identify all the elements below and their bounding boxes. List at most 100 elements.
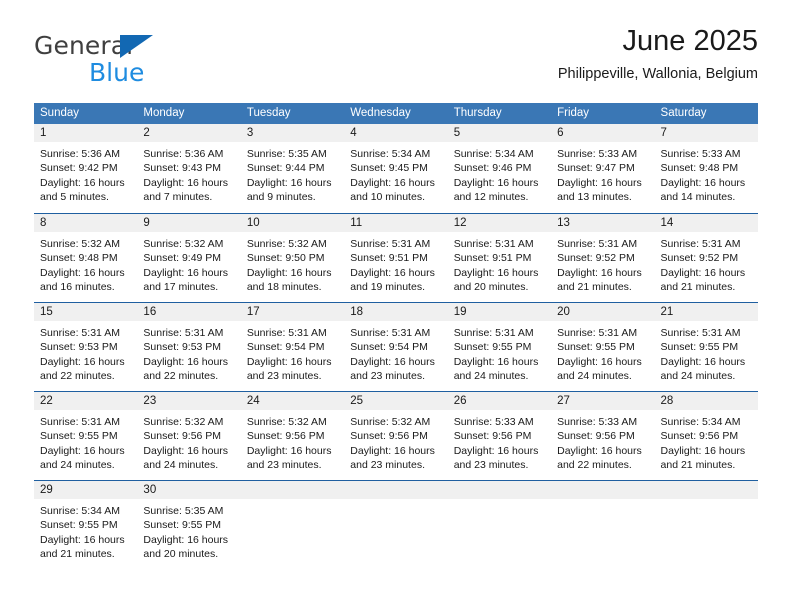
day-cell[interactable]: 23 Sunrise: 5:32 AM Sunset: 9:56 PM Dayl… bbox=[137, 392, 241, 480]
day-cell[interactable]: 20 Sunrise: 5:31 AM Sunset: 9:55 PM Dayl… bbox=[551, 303, 655, 391]
sunrise-text: Sunrise: 5:32 AM bbox=[143, 238, 224, 250]
daylight-text: Daylight: 16 hours and 7 minutes. bbox=[143, 176, 229, 203]
day-cell[interactable]: 17 Sunrise: 5:31 AM Sunset: 9:54 PM Dayl… bbox=[240, 303, 345, 391]
day-number: 2 bbox=[137, 124, 241, 142]
day-cell[interactable]: 22 Sunrise: 5:31 AM Sunset: 9:55 PM Dayl… bbox=[34, 392, 138, 480]
day-details: Sunrise: 5:31 AM Sunset: 9:55 PM Dayligh… bbox=[448, 321, 551, 383]
day-cell[interactable]: 14 Sunrise: 5:31 AM Sunset: 9:52 PM Dayl… bbox=[654, 214, 758, 302]
sunset-text: Sunset: 9:55 PM bbox=[660, 341, 739, 354]
day-details: Sunrise: 5:34 AM Sunset: 9:46 PM Dayligh… bbox=[448, 142, 551, 204]
day-cell[interactable]: 10 Sunrise: 5:32 AM Sunset: 9:50 PM Dayl… bbox=[240, 214, 345, 302]
daylight-text: Daylight: 16 hours and 24 minutes. bbox=[453, 355, 539, 382]
day-number: 19 bbox=[447, 303, 552, 321]
weekday-header-tuesday: Tuesday bbox=[246, 107, 291, 119]
daylight-text: Daylight: 16 hours and 21 minutes. bbox=[557, 266, 642, 293]
day-cell[interactable]: 1 Sunrise: 5:36 AM Sunset: 9:42 PM Dayli… bbox=[34, 124, 138, 213]
sunrise-text: Sunrise: 5:33 AM bbox=[557, 416, 638, 428]
sunrise-text: Sunrise: 5:31 AM bbox=[143, 327, 224, 339]
daylight-text: Daylight: 16 hours and 21 minutes. bbox=[660, 266, 746, 293]
day-number: 18 bbox=[344, 303, 448, 321]
sunset-text: Sunset: 9:55 PM bbox=[557, 341, 635, 354]
sunrise-text: Sunrise: 5:36 AM bbox=[40, 148, 120, 160]
day-details: Sunrise: 5:33 AM Sunset: 9:48 PM Dayligh… bbox=[655, 142, 758, 204]
day-cell[interactable]: 24 Sunrise: 5:32 AM Sunset: 9:56 PM Dayl… bbox=[240, 392, 345, 480]
sunset-text: Sunset: 9:46 PM bbox=[453, 162, 532, 175]
day-number: 24 bbox=[240, 392, 345, 410]
day-details: Sunrise: 5:33 AM Sunset: 9:47 PM Dayligh… bbox=[551, 142, 654, 204]
sunset-text: Sunset: 9:49 PM bbox=[143, 252, 222, 265]
day-cell[interactable]: 11 Sunrise: 5:31 AM Sunset: 9:51 PM Dayl… bbox=[344, 214, 448, 302]
weekday-header-monday: Monday bbox=[143, 107, 185, 119]
day-cell[interactable]: 7 Sunrise: 5:33 AM Sunset: 9:48 PM Dayli… bbox=[654, 124, 758, 213]
sunset-text: Sunset: 9:51 PM bbox=[453, 252, 532, 265]
week-row: 8 Sunrise: 5:32 AM Sunset: 9:48 PM Dayli… bbox=[34, 213, 758, 302]
daylight-text: Daylight: 16 hours and 20 minutes. bbox=[143, 533, 229, 560]
day-number bbox=[654, 481, 758, 499]
sunset-text: Sunset: 9:48 PM bbox=[40, 252, 118, 265]
day-number: 26 bbox=[447, 392, 552, 410]
day-cell-empty bbox=[551, 481, 655, 568]
sunrise-text: Sunrise: 5:31 AM bbox=[453, 238, 534, 250]
sunrise-text: Sunrise: 5:31 AM bbox=[350, 238, 431, 250]
day-number bbox=[344, 481, 448, 499]
sunset-text: Sunset: 9:47 PM bbox=[557, 162, 635, 175]
day-details: Sunrise: 5:31 AM Sunset: 9:54 PM Dayligh… bbox=[241, 321, 344, 383]
sunrise-text: Sunrise: 5:32 AM bbox=[350, 416, 431, 428]
day-cell[interactable]: 30 Sunrise: 5:35 AM Sunset: 9:55 PM Dayl… bbox=[137, 481, 241, 568]
daylight-text: Daylight: 16 hours and 23 minutes. bbox=[350, 355, 435, 382]
logo-triangle-icon bbox=[120, 35, 153, 58]
sunset-text: Sunset: 9:53 PM bbox=[143, 341, 222, 354]
day-number: 25 bbox=[344, 392, 448, 410]
day-cell[interactable]: 4 Sunrise: 5:34 AM Sunset: 9:45 PM Dayli… bbox=[344, 124, 448, 213]
day-cell[interactable]: 9 Sunrise: 5:32 AM Sunset: 9:49 PM Dayli… bbox=[137, 214, 241, 302]
day-details: Sunrise: 5:31 AM Sunset: 9:52 PM Dayligh… bbox=[655, 232, 758, 294]
sunset-text: Sunset: 9:44 PM bbox=[246, 162, 325, 175]
day-cell[interactable]: 27 Sunrise: 5:33 AM Sunset: 9:56 PM Dayl… bbox=[551, 392, 655, 480]
daylight-text: Daylight: 16 hours and 23 minutes. bbox=[246, 444, 332, 471]
day-cell[interactable]: 16 Sunrise: 5:31 AM Sunset: 9:53 PM Dayl… bbox=[137, 303, 241, 391]
weekday-header-sunday: Sunday bbox=[40, 107, 80, 119]
day-details: Sunrise: 5:35 AM Sunset: 9:44 PM Dayligh… bbox=[241, 142, 344, 204]
day-number: 6 bbox=[551, 124, 655, 142]
day-details: Sunrise: 5:31 AM Sunset: 9:55 PM Dayligh… bbox=[551, 321, 654, 383]
daylight-text: Daylight: 16 hours and 24 minutes. bbox=[40, 444, 125, 471]
sunrise-text: Sunrise: 5:33 AM bbox=[557, 148, 638, 160]
day-details: Sunrise: 5:32 AM Sunset: 9:50 PM Dayligh… bbox=[241, 232, 344, 294]
day-cell[interactable]: 2 Sunrise: 5:36 AM Sunset: 9:43 PM Dayli… bbox=[137, 124, 241, 213]
day-cell[interactable]: 28 Sunrise: 5:34 AM Sunset: 9:56 PM Dayl… bbox=[654, 392, 758, 480]
day-cell[interactable]: 18 Sunrise: 5:31 AM Sunset: 9:54 PM Dayl… bbox=[344, 303, 448, 391]
day-number: 30 bbox=[137, 481, 241, 499]
title-block: June 2025 Philippeville, Wallonia, Belgi… bbox=[558, 24, 758, 83]
daylight-text: Daylight: 16 hours and 19 minutes. bbox=[350, 266, 435, 293]
daylight-text: Daylight: 16 hours and 10 minutes. bbox=[350, 176, 435, 203]
day-cell[interactable]: 8 Sunrise: 5:32 AM Sunset: 9:48 PM Dayli… bbox=[34, 214, 138, 302]
day-number: 5 bbox=[447, 124, 552, 142]
day-cell[interactable]: 6 Sunrise: 5:33 AM Sunset: 9:47 PM Dayli… bbox=[551, 124, 655, 213]
day-number: 21 bbox=[654, 303, 758, 321]
day-number: 15 bbox=[34, 303, 138, 321]
daylight-text: Daylight: 16 hours and 22 minutes. bbox=[40, 355, 125, 382]
day-cell[interactable]: 29 Sunrise: 5:34 AM Sunset: 9:55 PM Dayl… bbox=[34, 481, 138, 568]
daylight-text: Daylight: 16 hours and 17 minutes. bbox=[143, 266, 229, 293]
day-cell[interactable]: 26 Sunrise: 5:33 AM Sunset: 9:56 PM Dayl… bbox=[447, 392, 552, 480]
sunrise-text: Sunrise: 5:31 AM bbox=[557, 238, 638, 250]
day-cell[interactable]: 3 Sunrise: 5:35 AM Sunset: 9:44 PM Dayli… bbox=[240, 124, 345, 213]
day-number: 28 bbox=[654, 392, 758, 410]
daylight-text: Daylight: 16 hours and 21 minutes. bbox=[660, 444, 746, 471]
day-details: Sunrise: 5:32 AM Sunset: 9:56 PM Dayligh… bbox=[241, 410, 344, 472]
calendar-table: Sunday Monday Tuesday Wednesday Thursday… bbox=[34, 103, 758, 568]
day-cell[interactable]: 5 Sunrise: 5:34 AM Sunset: 9:46 PM Dayli… bbox=[447, 124, 552, 213]
sunrise-text: Sunrise: 5:36 AM bbox=[143, 148, 224, 160]
day-cell[interactable]: 21 Sunrise: 5:31 AM Sunset: 9:55 PM Dayl… bbox=[654, 303, 758, 391]
day-cell[interactable]: 12 Sunrise: 5:31 AM Sunset: 9:51 PM Dayl… bbox=[447, 214, 552, 302]
day-cell[interactable]: 19 Sunrise: 5:31 AM Sunset: 9:55 PM Dayl… bbox=[447, 303, 552, 391]
day-cell[interactable]: 25 Sunrise: 5:32 AM Sunset: 9:56 PM Dayl… bbox=[344, 392, 448, 480]
day-cell-empty bbox=[240, 481, 345, 568]
day-cell[interactable]: 15 Sunrise: 5:31 AM Sunset: 9:53 PM Dayl… bbox=[34, 303, 138, 391]
sunset-text: Sunset: 9:53 PM bbox=[40, 341, 118, 354]
weekday-header-row: Sunday Monday Tuesday Wednesday Thursday… bbox=[34, 103, 758, 124]
daylight-text: Daylight: 16 hours and 5 minutes. bbox=[40, 176, 125, 203]
day-cell[interactable]: 13 Sunrise: 5:31 AM Sunset: 9:52 PM Dayl… bbox=[551, 214, 655, 302]
sunset-text: Sunset: 9:48 PM bbox=[660, 162, 739, 175]
sunset-text: Sunset: 9:55 PM bbox=[40, 430, 118, 443]
